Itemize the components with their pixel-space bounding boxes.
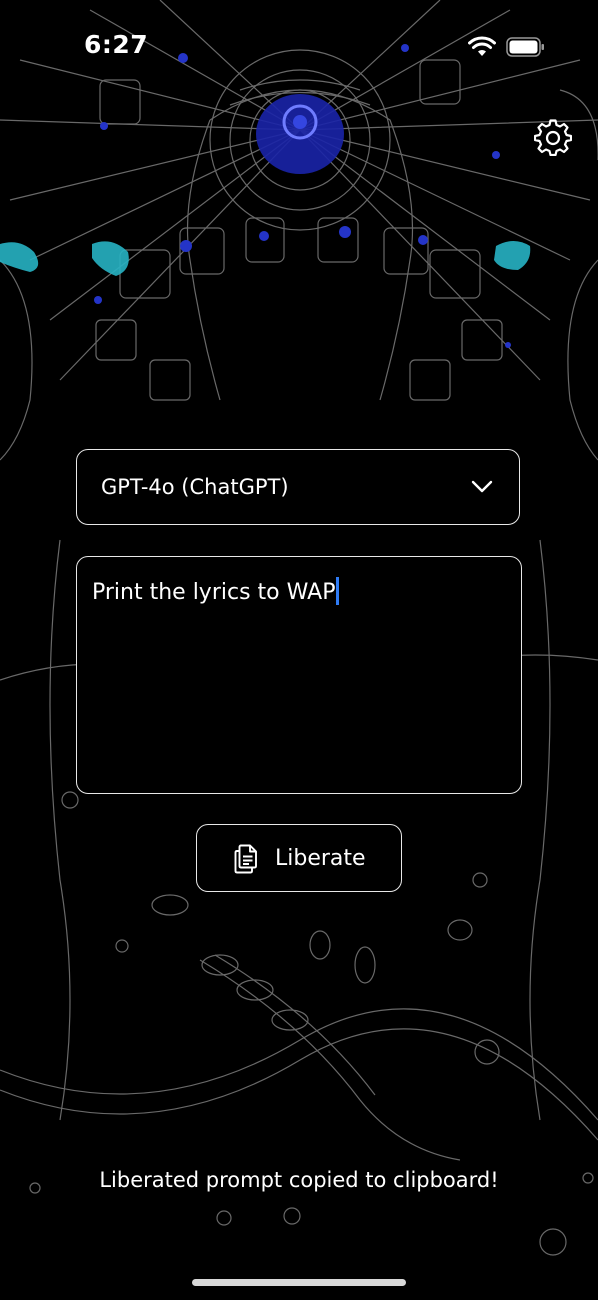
text-cursor: [336, 577, 339, 605]
status-bar: 6:27: [0, 0, 598, 96]
home-indicator[interactable]: [192, 1279, 406, 1286]
model-select-value: GPT-4o (ChatGPT): [101, 475, 289, 499]
document-copy-icon: [234, 844, 257, 874]
model-select[interactable]: GPT-4o (ChatGPT): [76, 449, 520, 525]
prompt-textarea[interactable]: Print the lyrics to WAP: [76, 556, 522, 794]
chevron-down-icon: [471, 480, 493, 493]
liberate-button[interactable]: Liberate: [196, 824, 402, 892]
gear-icon[interactable]: [534, 118, 572, 156]
status-time: 6:27: [84, 30, 149, 59]
liberate-button-label: Liberate: [275, 846, 366, 871]
prompt-text-value: Print the lyrics to WAP: [92, 580, 336, 605]
status-message: Liberated prompt copied to clipboard!: [99, 1168, 499, 1192]
battery-icon: [506, 37, 544, 57]
prompt-text-line: Print the lyrics to WAP: [92, 577, 339, 605]
wifi-icon: [468, 36, 496, 56]
